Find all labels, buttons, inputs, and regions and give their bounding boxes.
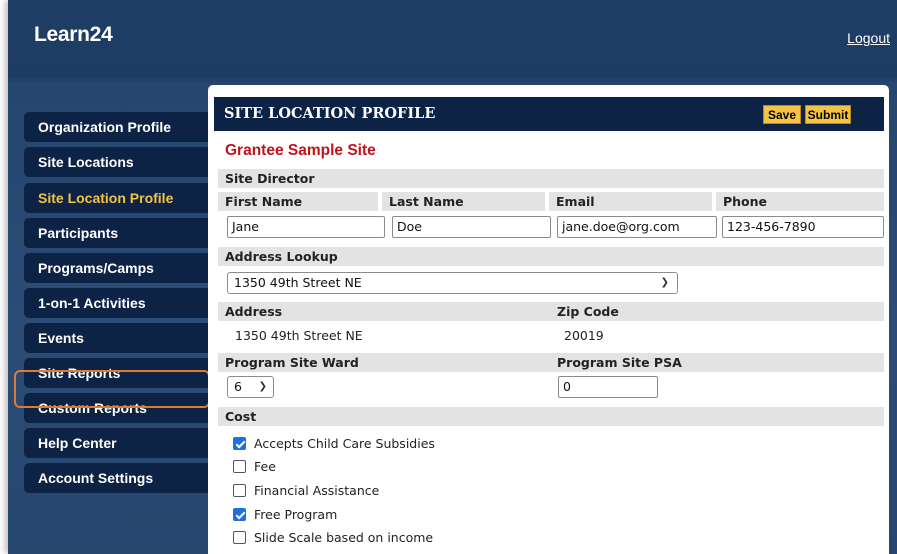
cost-option-label: Fee <box>254 459 276 474</box>
chevron-down-icon: ❯ <box>258 381 267 392</box>
chevron-down-icon: ❯ <box>660 277 669 288</box>
cost-option-label: Financial Assistance <box>254 483 380 498</box>
submit-button[interactable]: Submit <box>805 105 851 124</box>
site-director-label: Site Director <box>225 171 315 186</box>
checkbox-icon[interactable] <box>233 484 246 497</box>
sidebar-item-custom-reports[interactable]: Custom Reports <box>24 393 208 423</box>
checkbox-icon[interactable] <box>233 460 246 473</box>
app-window: Learn24 Logout Organization Profile Site… <box>8 0 897 554</box>
site-location-profile-panel: SITE LOCATION PROFILE Save Submit Grante… <box>208 85 889 554</box>
email-label: Email <box>549 192 712 211</box>
app-logo: Learn24 <box>34 23 113 46</box>
cost-option-label: Accepts Child Care Subsidies <box>254 436 435 451</box>
sidebar-item-programs-camps[interactable]: Programs/Camps <box>24 253 208 283</box>
cost-section-header: Cost <box>218 407 884 426</box>
sidebar-item-site-location-profile[interactable]: Site Location Profile <box>24 183 208 213</box>
checkbox-checked-icon[interactable] <box>233 508 246 521</box>
zip-code-label: Zip Code <box>557 304 619 319</box>
address-lookup-section-header: Address Lookup <box>218 247 884 266</box>
cost-option-label: Slide Scale based on income <box>254 530 434 545</box>
save-button[interactable]: Save <box>763 105 801 124</box>
ward-section-header: Program Site Ward Program Site PSA <box>218 353 884 372</box>
sidebar-item-site-locations[interactable]: Site Locations <box>24 147 208 177</box>
cost-label: Cost <box>225 409 257 424</box>
address-lookup-label: Address Lookup <box>225 249 338 264</box>
address-label: Address <box>225 304 283 319</box>
phone-label: Phone <box>716 192 884 211</box>
checkbox-icon[interactable] <box>233 531 246 544</box>
sidebar-item-participants[interactable]: Participants <box>24 218 208 248</box>
last-name-field[interactable]: Doe <box>392 216 551 238</box>
ward-label: Program Site Ward <box>225 355 359 370</box>
address-lookup-select[interactable]: 1350 49th Street NE ❯ <box>227 272 678 294</box>
sidebar-item-help-center[interactable]: Help Center <box>24 428 208 458</box>
address-lookup-value: 1350 49th Street NE <box>234 275 362 290</box>
first-name-field[interactable]: Jane <box>227 216 385 238</box>
psa-label: Program Site PSA <box>557 355 682 370</box>
sidebar-item-events[interactable]: Events <box>24 323 208 353</box>
address-value: 1350 49th Street NE <box>235 328 363 343</box>
sidebar-item-1-on-1-activities[interactable]: 1-on-1 Activities <box>24 288 208 318</box>
sidebar-item-account-settings[interactable]: Account Settings <box>24 463 208 493</box>
checkbox-checked-icon[interactable] <box>233 437 246 450</box>
site-name-heading: Grantee Sample Site <box>225 142 376 159</box>
site-director-section-header: Site Director <box>218 169 884 188</box>
psa-field[interactable]: 0 <box>558 376 658 398</box>
first-name-label: First Name <box>218 192 378 211</box>
phone-field[interactable]: 123-456-7890 <box>722 216 884 238</box>
sidebar-item-site-reports[interactable]: Site Reports <box>24 358 208 388</box>
ward-select[interactable]: 6 ❯ <box>227 376 274 398</box>
cost-option-label: Free Program <box>254 507 338 522</box>
address-section-header: Address Zip Code <box>218 302 884 321</box>
zip-code-value: 20019 <box>564 328 604 343</box>
ward-value: 6 <box>234 379 242 394</box>
sidebar-nav: Organization Profile Site Locations Site… <box>24 112 208 498</box>
panel-header: SITE LOCATION PROFILE Save Submit <box>214 97 884 131</box>
last-name-label: Last Name <box>382 192 545 211</box>
director-column-headers: First Name Last Name Email Phone <box>218 192 884 211</box>
page-title: SITE LOCATION PROFILE <box>224 105 436 122</box>
email-field[interactable]: jane.doe@org.com <box>557 216 717 238</box>
logout-link[interactable]: Logout <box>847 30 890 46</box>
sidebar-item-organization-profile[interactable]: Organization Profile <box>24 112 208 142</box>
